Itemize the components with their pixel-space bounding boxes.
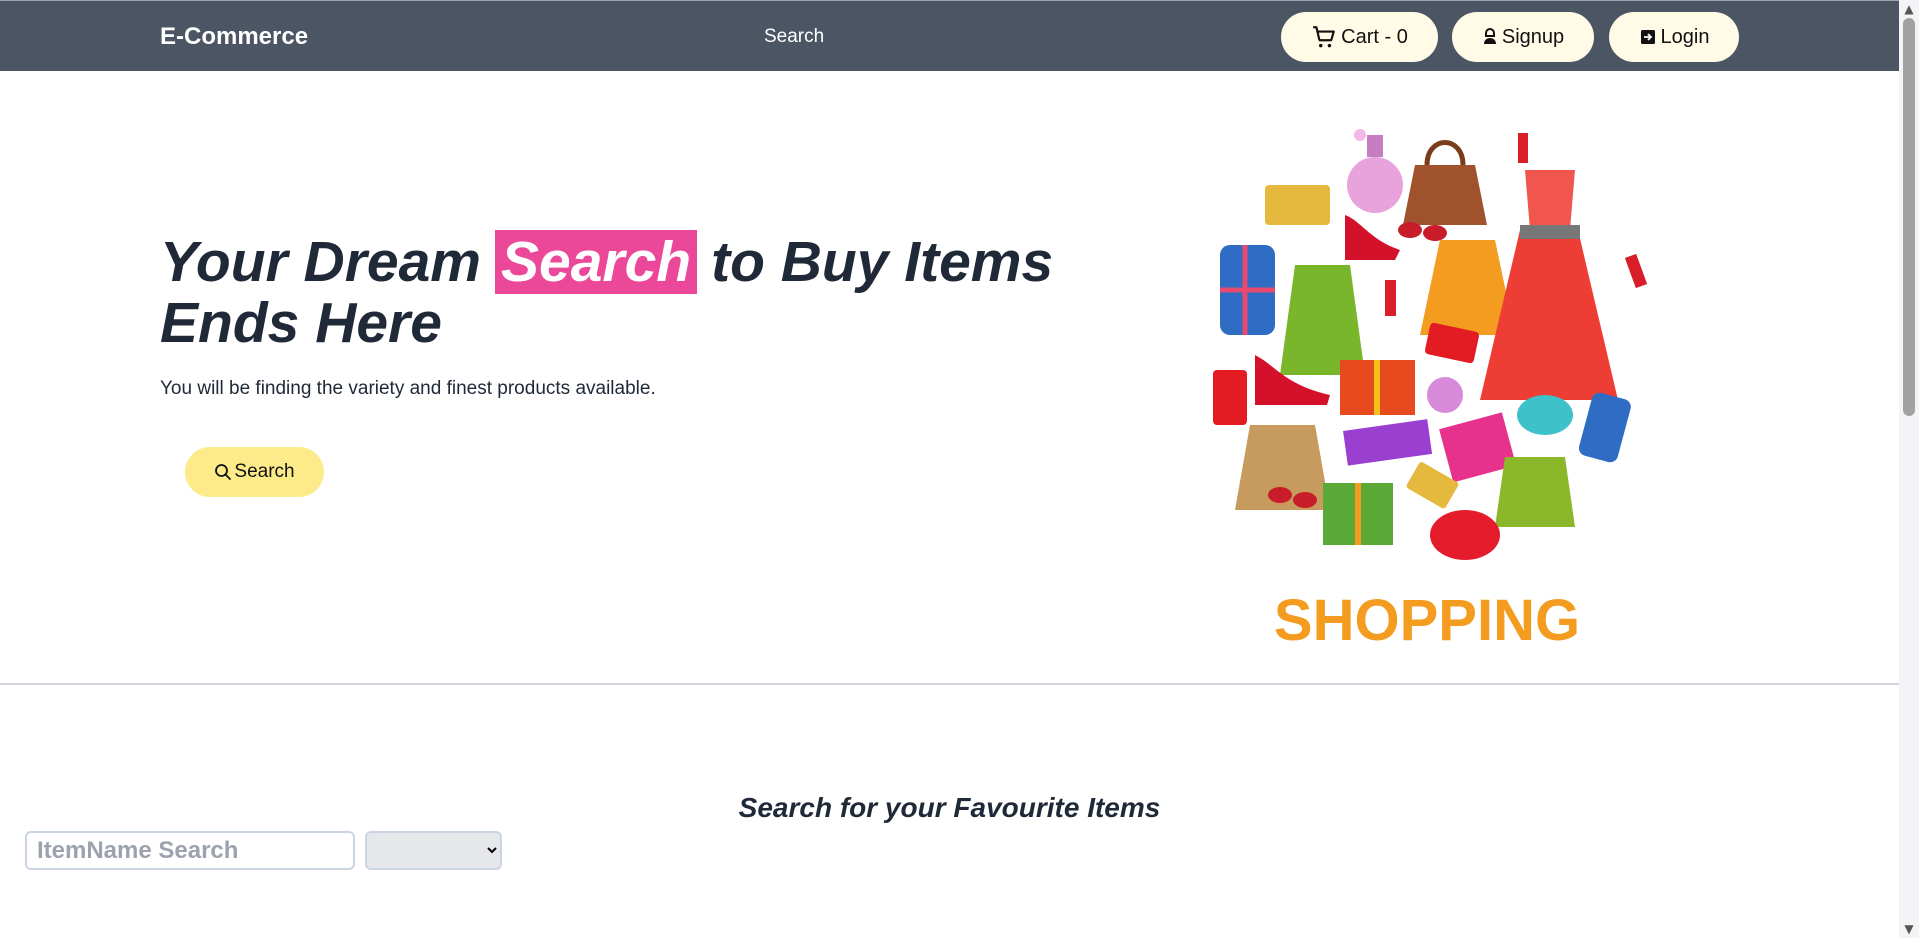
brand-logo[interactable]: E-Commerce xyxy=(160,23,308,51)
section-divider xyxy=(0,683,1899,685)
signup-button[interactable]: Signup xyxy=(1452,12,1594,62)
handbag-icon xyxy=(1495,457,1575,527)
gift-box-icon xyxy=(1578,392,1631,463)
cart-icon xyxy=(1313,26,1335,48)
login-icon xyxy=(1640,30,1655,44)
lipstick-icon xyxy=(1385,280,1396,316)
shoe-icon xyxy=(1345,215,1400,260)
hero-search-button[interactable]: Search xyxy=(185,447,324,497)
scroll-down-arrow-icon[interactable]: ▼ xyxy=(1899,920,1919,938)
hero-subtitle: You will be finding the variety and fine… xyxy=(160,378,656,399)
gift-box-icon xyxy=(1343,419,1433,466)
handbag-icon xyxy=(1403,140,1487,225)
credit-card-icon xyxy=(1265,185,1330,225)
hero-title-highlight: Search xyxy=(495,230,698,294)
hero-title-before: Your Dream xyxy=(160,230,481,294)
shopping-bag-icon xyxy=(1280,265,1365,375)
scroll-thumb[interactable] xyxy=(1903,18,1915,416)
navbar: E-Commerce Search Cart - 0 Signup Login xyxy=(0,0,1899,71)
scroll-up-arrow-icon[interactable]: ▲ xyxy=(1899,0,1919,18)
gift-box-icon xyxy=(1220,245,1275,335)
purse-icon xyxy=(1430,510,1500,560)
login-button[interactable]: Login xyxy=(1609,12,1739,62)
gift-box-icon xyxy=(1323,483,1393,545)
nav-search-link[interactable]: Search xyxy=(764,26,824,48)
gift-box-icon xyxy=(1340,360,1415,415)
shopping-illustration: SHOPPING xyxy=(1213,129,1648,653)
search-section-title: Search for your Favourite Items xyxy=(738,792,1161,823)
hero-title: Your Dream Search to Buy Items Ends Here xyxy=(160,230,1100,354)
lipstick-icon xyxy=(1624,253,1648,289)
scrollbar[interactable]: ▲ ▼ xyxy=(1899,0,1919,938)
purse-icon xyxy=(1517,395,1573,435)
hero-search-button-label: Search xyxy=(234,461,295,482)
sale-tag-icon xyxy=(1213,370,1247,425)
signup-label: Signup xyxy=(1501,25,1565,48)
search-icon xyxy=(215,464,232,480)
perfume-icon xyxy=(1427,377,1463,413)
item-name-search-input[interactable] xyxy=(25,831,355,870)
shopping-caption: SHOPPING xyxy=(1274,588,1580,653)
user-add-icon xyxy=(1483,27,1496,44)
cart-label: Cart - 0 xyxy=(1341,25,1408,48)
cart-button[interactable]: Cart - 0 xyxy=(1281,12,1438,62)
perfume-icon xyxy=(1347,129,1403,213)
login-label: Login xyxy=(1660,25,1710,48)
category-select[interactable] xyxy=(365,831,502,870)
lipstick-icon xyxy=(1518,133,1528,163)
